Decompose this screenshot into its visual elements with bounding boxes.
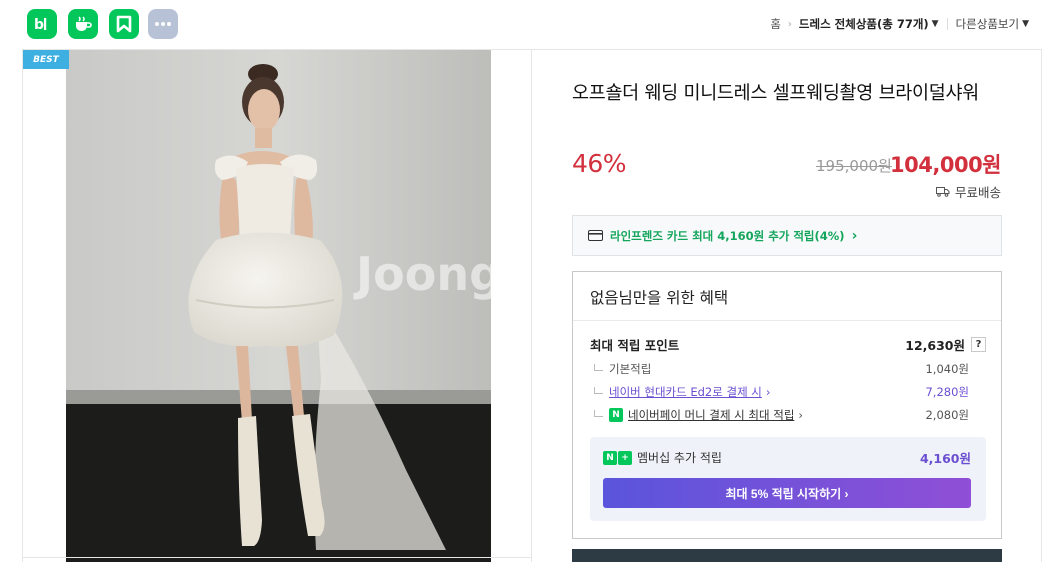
hyundai-card-link[interactable]: 네이버 현대카드 Ed2로 결제 시 xyxy=(609,384,762,400)
credit-card-icon xyxy=(588,230,603,241)
sale-price: 104,000원 xyxy=(890,153,1001,177)
benefit-box: 없음님만을 위한 혜택 최대 적립 포인트 12,630원 ? 기본적립 1,0… xyxy=(572,271,1002,539)
bookmark-icon xyxy=(116,15,132,33)
caret-down-icon[interactable]: ▼ xyxy=(932,19,939,29)
watermark-text: Joong xyxy=(353,247,491,301)
npay-row[interactable]: N 네이버페이 머니 결제 시 최대 적립 › 2,080원 xyxy=(590,407,986,423)
base-points-value: 1,040원 xyxy=(925,362,969,376)
indent-corner-icon xyxy=(594,387,603,394)
cafe-icon xyxy=(76,16,92,31)
breadcrumb-category[interactable]: 드레스 전체상품(총 77개) xyxy=(799,16,929,32)
dress-photo-image: Joong xyxy=(66,50,491,562)
original-price: 195,000원 xyxy=(816,157,892,175)
hyundai-card-row[interactable]: 네이버 현대카드 Ed2로 결제 시 › 7,280원 xyxy=(590,384,986,400)
npay-link[interactable]: 네이버페이 머니 결제 시 최대 적립 xyxy=(628,407,794,423)
product-photo[interactable]: Joong xyxy=(66,50,491,562)
cafe-app-icon[interactable] xyxy=(68,9,98,39)
caret-down-icon[interactable]: ▼ xyxy=(1022,19,1029,29)
best-badge: BEST xyxy=(23,50,69,69)
indent-corner-icon xyxy=(594,410,603,417)
npay-icon: N xyxy=(609,408,623,422)
membership-label: 멤버십 추가 적립 xyxy=(637,451,722,465)
bookmark-app-icon[interactable] xyxy=(109,9,139,39)
discount-rate: 46% xyxy=(572,149,627,178)
start-membership-button[interactable]: 최대 5% 적립 시작하기 › xyxy=(603,478,971,508)
hyundai-card-value: 7,280원 xyxy=(925,385,969,399)
help-icon[interactable]: ? xyxy=(971,337,986,352)
blog-app-icon[interactable]: b xyxy=(27,9,57,39)
chevron-right-icon: › xyxy=(851,227,858,244)
top-bar: b 홈 › 드레스 전체상품(총 77개) ▼ 다른상품보기 ▼ xyxy=(0,0,1055,48)
base-points-row: 기본적립 1,040원 xyxy=(590,361,986,377)
breadcrumb-divider xyxy=(946,18,948,30)
panel-divider xyxy=(22,557,532,558)
benefit-divider xyxy=(573,320,1001,321)
shipping-label: 무료배송 xyxy=(954,185,1001,200)
purchase-bar xyxy=(572,549,1002,562)
chevron-right-icon: › xyxy=(798,408,804,422)
card-promo-banner[interactable]: 라인프렌즈 카드 최대 4,160원 추가 적립(4%) › xyxy=(572,215,1002,256)
membership-value: 4,160원 xyxy=(919,451,971,466)
shipping-info: 무료배송 xyxy=(935,182,1001,201)
product-title: 오프숄더 웨딩 미니드레스 셀프웨딩촬영 브라이덜샤워 xyxy=(572,83,979,104)
membership-row: N + 멤버십 추가 적립 4,160원 xyxy=(603,448,971,467)
breadcrumb-home[interactable]: 홈 xyxy=(770,16,781,32)
card-promo-text: 라인프렌즈 카드 최대 4,160원 추가 적립(4%) xyxy=(610,228,845,243)
breadcrumb: 홈 › 드레스 전체상품(총 77개) ▼ 다른상품보기 ▼ xyxy=(770,15,1029,33)
blog-icon: b xyxy=(34,17,47,33)
max-points-value: 12,630원 xyxy=(905,338,965,353)
breadcrumb-separator-icon: › xyxy=(787,18,792,30)
more-apps-button[interactable] xyxy=(148,9,178,39)
max-points-label: 최대 적립 포인트 xyxy=(590,338,680,353)
benefit-title: 없음님만을 위한 혜택 xyxy=(590,289,729,307)
naver-plus-icon: N + xyxy=(603,450,632,465)
max-points-row: 최대 적립 포인트 12,630원 ? xyxy=(590,335,986,354)
membership-box: N + 멤버십 추가 적립 4,160원 최대 5% 적립 시작하기 › xyxy=(590,437,986,521)
truck-icon xyxy=(935,187,950,197)
base-points-label: 기본적립 xyxy=(609,362,652,376)
product-image-panel: BEST Joong xyxy=(22,49,532,562)
indent-corner-icon xyxy=(594,364,603,371)
chevron-right-icon: › xyxy=(765,385,771,399)
svg-text:b: b xyxy=(34,17,44,33)
npay-value: 2,080원 xyxy=(925,408,969,422)
more-icon xyxy=(155,22,171,26)
other-products-link[interactable]: 다른상품보기 xyxy=(956,16,1019,32)
